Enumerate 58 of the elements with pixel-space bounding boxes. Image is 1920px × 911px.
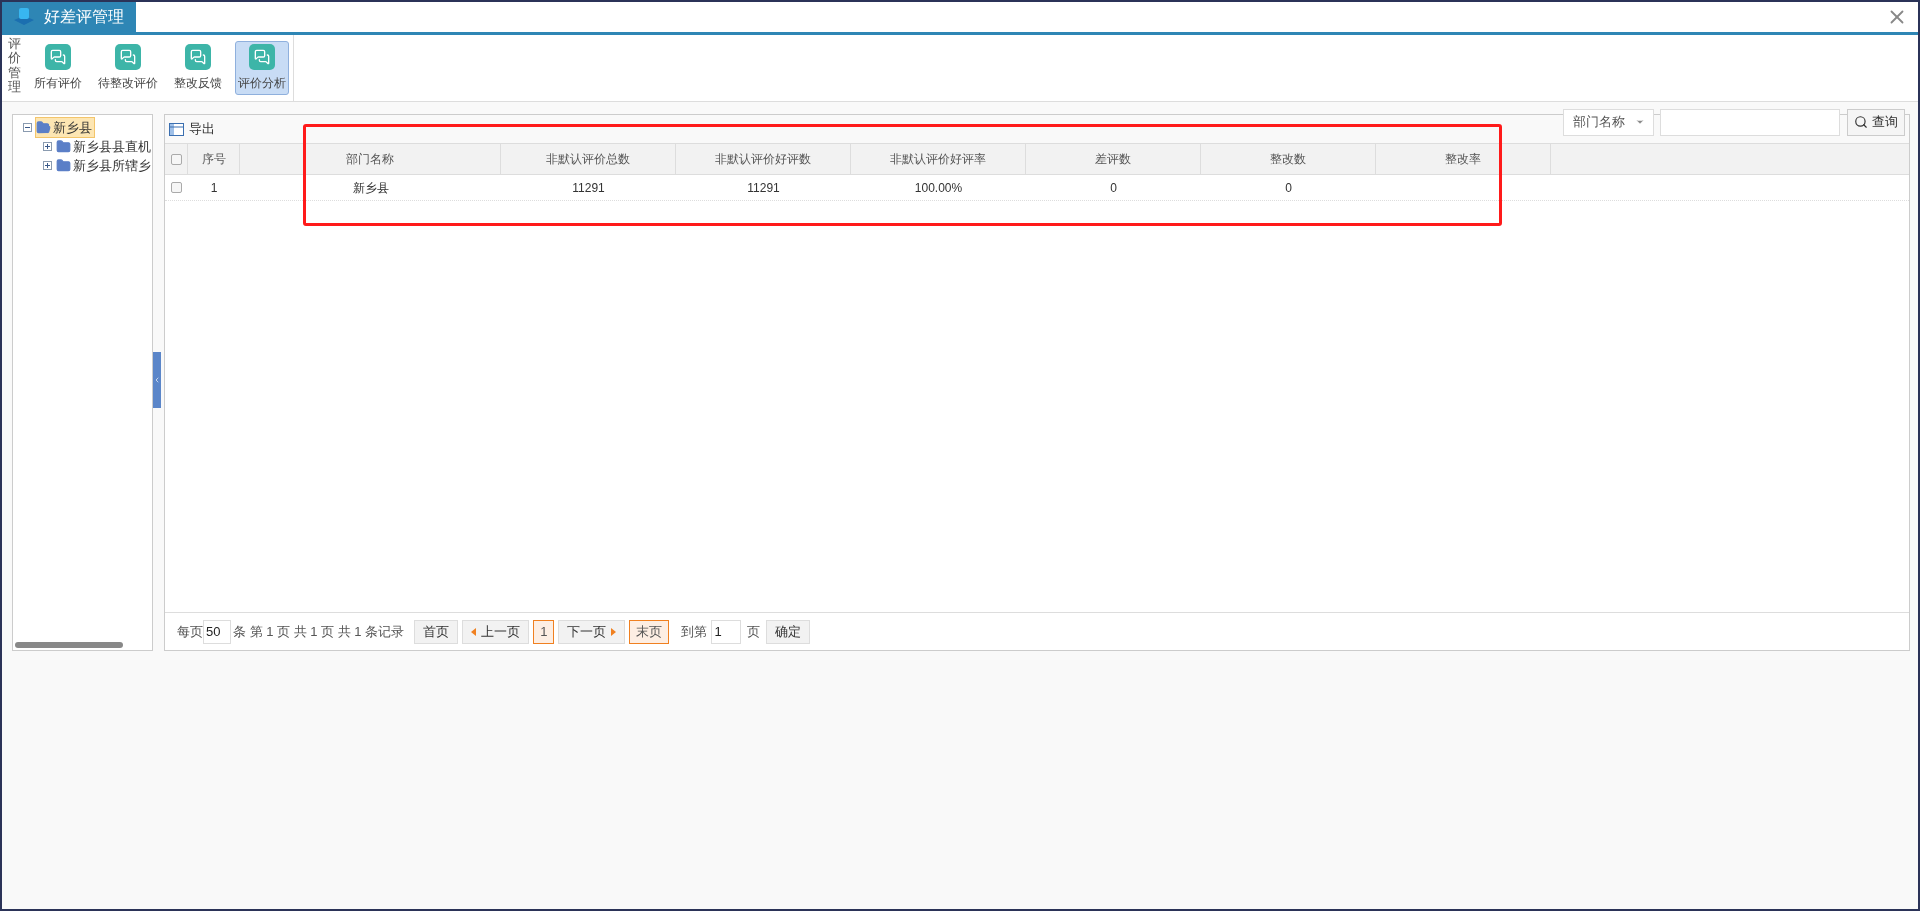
search-button[interactable]: 查询	[1847, 108, 1905, 136]
table-cell-text: 0	[1284, 179, 1293, 197]
select-all-checkbox[interactable]	[170, 153, 182, 165]
column-header[interactable]: 非默认评价好评数	[676, 144, 851, 174]
previous-page-button[interactable]: 上一页	[462, 619, 530, 644]
toolbar-button[interactable]: 评价分析	[235, 41, 289, 95]
window-tab[interactable]: 好差评管理	[2, 2, 136, 32]
column-header[interactable]: 差评数	[1026, 144, 1201, 174]
table-cell-text: 0	[1109, 179, 1118, 197]
folder-icon	[36, 120, 51, 135]
column-header[interactable]: 非默认评价总数	[501, 144, 676, 174]
last-page-button[interactable]: 末页	[629, 619, 670, 644]
toolbar-group-label: 评价管理	[8, 37, 21, 96]
filter-dropdown[interactable]: 部门名称	[1563, 108, 1654, 136]
toolbar-button[interactable]: 所有评价	[31, 41, 85, 95]
export-button[interactable]: 导出	[169, 119, 215, 139]
confirm-button[interactable]: 确定	[766, 619, 811, 644]
goto-unit: 页	[747, 622, 761, 641]
chat-icon	[115, 44, 141, 70]
next-page-button[interactable]: 下一页	[558, 619, 626, 644]
table-cell-text: 1	[209, 179, 219, 197]
scrollbar[interactable]	[15, 642, 123, 648]
column-header[interactable]: 部门名称	[240, 144, 501, 174]
page-summary: 条 第 1 页 共 1 页 共 1 条记录	[233, 622, 405, 641]
table-icon	[169, 122, 184, 136]
chat-icon	[185, 44, 211, 70]
column-header[interactable]: 整改率	[1376, 144, 1551, 174]
goto-page-field[interactable]: 1	[711, 619, 742, 644]
chat-icon	[45, 44, 71, 70]
app-logo-icon	[12, 6, 36, 28]
goto-label: 到第	[681, 622, 708, 641]
expand-icon[interactable]	[43, 142, 52, 151]
toolbar-button[interactable]: 待整改评价	[95, 41, 161, 95]
right-triangle-icon	[611, 627, 617, 636]
search-field[interactable]	[1660, 108, 1840, 136]
folder-icon	[56, 158, 71, 173]
table-cell-text: 100.00%	[913, 179, 964, 197]
toolbar-button[interactable]: 整改反馈	[171, 41, 225, 95]
current-page-button[interactable]: 1	[533, 619, 555, 644]
column-header[interactable]: 整改数	[1201, 144, 1376, 174]
collapse-icon[interactable]	[23, 123, 32, 132]
left-triangle-icon	[471, 627, 477, 636]
column-header[interactable]: 序号	[188, 144, 240, 174]
per-page-label: 每页	[177, 622, 203, 641]
table-cell-text: 新乡县	[351, 179, 390, 197]
expand-icon[interactable]	[43, 161, 52, 170]
table-cell-text: 11291	[746, 179, 781, 197]
per-page-field[interactable]: 50	[203, 619, 231, 644]
first-page-button[interactable]: 首页	[414, 619, 459, 644]
search-icon	[1854, 115, 1868, 129]
collapse-handle[interactable]	[153, 352, 161, 408]
folder-icon	[56, 139, 71, 154]
caret-icon	[1635, 117, 1645, 127]
chat-icon	[249, 44, 275, 70]
column-header[interactable]: 非默认评价好评率	[851, 144, 1026, 174]
tree-item[interactable]: 新乡县	[35, 116, 95, 139]
row-checkbox[interactable]	[171, 182, 182, 193]
table-cell-text: 11291	[571, 179, 606, 197]
